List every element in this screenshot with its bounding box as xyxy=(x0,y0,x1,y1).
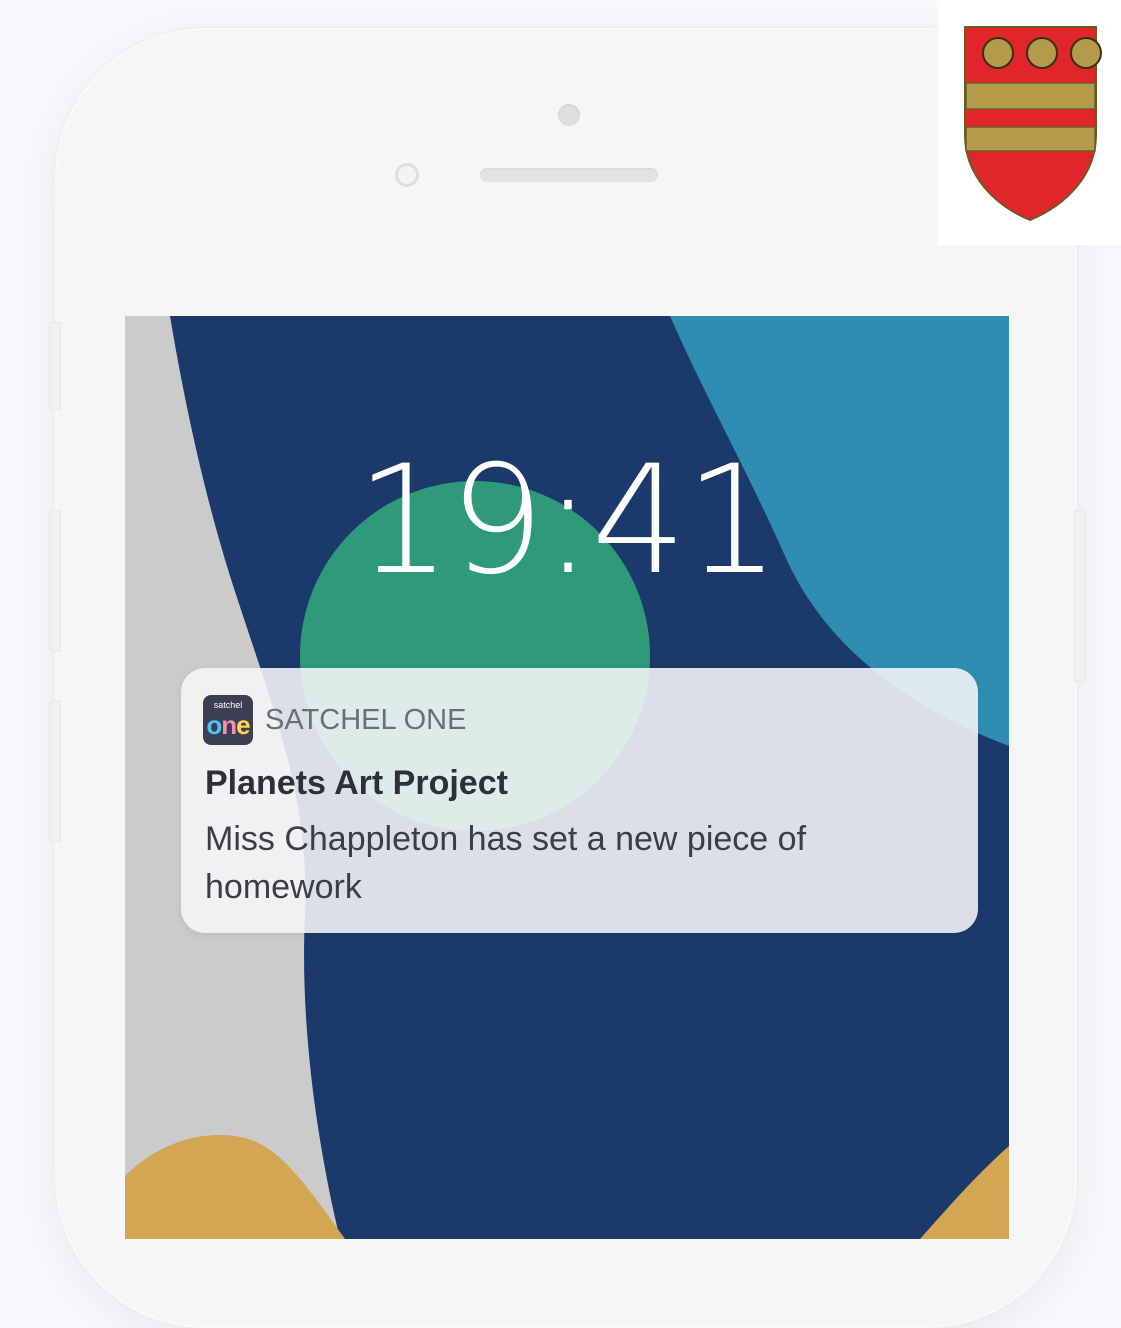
shield-roundel-3 xyxy=(1070,37,1102,69)
app-icon-small-text: satchel xyxy=(213,700,243,710)
notification-app-name: SATCHEL ONE xyxy=(265,704,467,736)
notification-body: Miss Chappleton has set a new piece of h… xyxy=(205,820,807,906)
proximity-sensor xyxy=(395,163,419,187)
shield-crest-icon xyxy=(938,0,1121,245)
push-notification[interactable]: satchel one SATCHEL ONE Planets Art Proj… xyxy=(181,668,978,933)
app-icon-big-text: one xyxy=(206,710,250,740)
shield-gold-bar-lower xyxy=(965,126,1096,152)
volume-up-button xyxy=(49,510,61,652)
earpiece-speaker xyxy=(480,168,658,182)
shield-roundel-1 xyxy=(982,37,1014,69)
notification-title: Planets Art Project xyxy=(205,764,508,802)
lock-screen: 19:41 satchel one SATCHEL ONE Planets Ar… xyxy=(125,316,1009,1239)
lock-screen-clock: 19:41 xyxy=(355,434,780,608)
volume-down-button xyxy=(49,700,61,842)
front-camera xyxy=(558,104,580,126)
satchel-one-app-icon: satchel one xyxy=(203,695,253,745)
power-button xyxy=(1074,510,1086,682)
shield-roundel-2 xyxy=(1026,37,1058,69)
mute-switch xyxy=(49,322,61,410)
shield-gold-bar-upper xyxy=(965,82,1096,110)
